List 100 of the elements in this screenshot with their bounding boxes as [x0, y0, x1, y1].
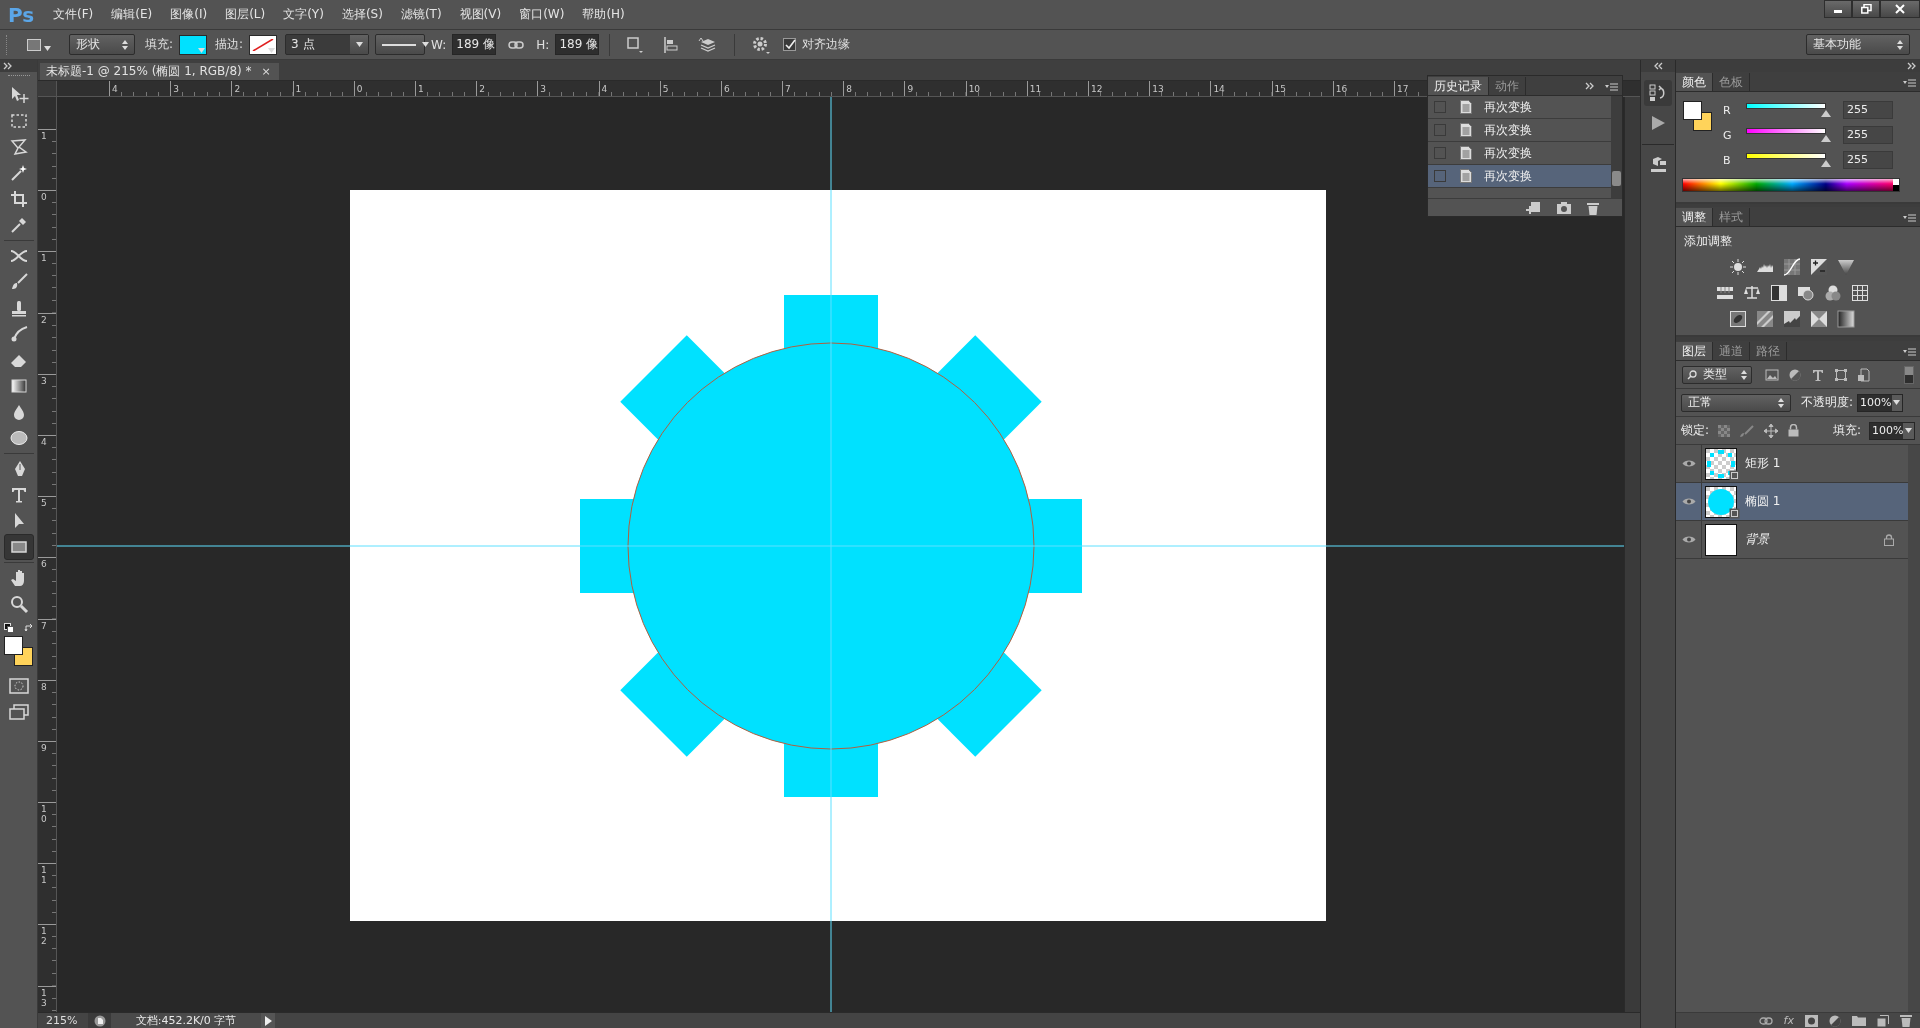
slider-thumb[interactable] [1821, 109, 1831, 117]
panel-tab[interactable]: 样式 [1713, 208, 1750, 226]
panel-tab[interactable]: 颜色 [1676, 73, 1713, 91]
delete-icon[interactable] [1900, 1014, 1912, 1027]
height-field[interactable]: 189 像 [555, 34, 600, 55]
default-colors-icon[interactable] [3, 623, 14, 633]
minimize-button[interactable] [1824, 0, 1852, 18]
lock-icon[interactable] [1788, 424, 1800, 437]
visibility-eye-icon[interactable] [1681, 497, 1696, 506]
workspace-dropdown[interactable]: 基本功能 [1806, 34, 1910, 55]
layer-row[interactable]: 椭圆 1 [1676, 483, 1908, 521]
stroke-swatch[interactable] [249, 34, 278, 55]
stroke-width-field[interactable]: 3 点 [285, 34, 370, 55]
close-button[interactable] [1880, 0, 1920, 18]
panel-menu-icon[interactable] [1902, 76, 1916, 87]
hue-bars-icon[interactable] [1715, 284, 1734, 302]
type-filter-icon[interactable] [1811, 367, 1825, 382]
panel-tab[interactable]: 动作 [1489, 77, 1526, 95]
width-field[interactable]: 189 像 [452, 34, 497, 55]
slider-thumb[interactable] [1821, 159, 1831, 167]
stroke-type-dropdown[interactable] [375, 34, 426, 55]
swap-colors-icon[interactable] [23, 623, 34, 633]
scrollbar[interactable] [1624, 97, 1640, 1012]
status-info-icon[interactable] [93, 1014, 106, 1027]
panel-tab[interactable]: 历史记录 [1428, 77, 1489, 95]
opacity-field[interactable]: 100% [1857, 393, 1904, 412]
document-tab[interactable]: 未标题-1 @ 215% (椭圆 1, RGB/8) * [40, 63, 262, 80]
gradient-map-icon[interactable] [1837, 310, 1855, 328]
mode-dropdown[interactable]: 形状 [69, 34, 135, 55]
expand-arrow-icon[interactable] [264, 1015, 272, 1026]
path-alignment-icon[interactable] [662, 35, 681, 54]
slider-thumb[interactable] [1821, 134, 1831, 142]
fill-swatch[interactable] [179, 34, 208, 55]
panel-tab[interactable]: 调整 [1676, 208, 1713, 226]
adjustment-layer-icon[interactable] [1829, 1014, 1841, 1027]
channel-value-field[interactable]: 255 [1843, 101, 1893, 119]
folder-icon[interactable] [1852, 1015, 1866, 1026]
visibility-eye-icon[interactable] [1681, 459, 1696, 468]
panel-tab[interactable]: 路径 [1750, 342, 1787, 360]
expand-icon[interactable] [3, 61, 12, 71]
channel-value-field[interactable]: 255 [1843, 126, 1893, 144]
panel-menu-icon[interactable] [1604, 80, 1618, 91]
adjustment-filter-icon[interactable] [1788, 367, 1802, 382]
layer-mask-icon[interactable] [1805, 1014, 1818, 1027]
fill-field[interactable]: 100% [1869, 421, 1915, 440]
half-square-icon[interactable] [1769, 284, 1788, 302]
menu-item[interactable]: 图层(L) [216, 6, 275, 23]
path-operations-icon[interactable] [626, 35, 645, 54]
menu-item[interactable]: 文字(Y) [274, 6, 333, 23]
rectangle-tool[interactable] [3, 534, 34, 560]
settings-icon[interactable] [751, 34, 772, 55]
image-filter-icon[interactable] [1765, 367, 1779, 382]
menu-item[interactable]: 滤镜(T) [391, 6, 451, 23]
menu-item[interactable]: 选择(S) [332, 6, 392, 23]
scrollbar[interactable] [1611, 96, 1622, 198]
lock-position-icon[interactable] [1764, 423, 1779, 438]
quick-mask-icon[interactable] [8, 678, 29, 694]
shape-filter-icon[interactable] [1834, 367, 1848, 382]
new-document-icon[interactable] [1526, 200, 1542, 215]
align-edges-checkbox[interactable] [783, 38, 797, 51]
visibility-eye-icon[interactable] [1681, 535, 1696, 544]
camera-icon[interactable] [1556, 200, 1572, 215]
filter-toggle[interactable] [1904, 365, 1914, 384]
link-icon[interactable] [508, 39, 525, 50]
zoom-level[interactable]: 215% [38, 1014, 88, 1027]
new-layer-icon[interactable] [1877, 1014, 1889, 1027]
filter-dropdown[interactable]: 类型 [1682, 365, 1752, 384]
panel-tab[interactable]: 通道 [1713, 342, 1750, 360]
curve-icon[interactable] [1783, 258, 1801, 276]
menu-item[interactable]: 图像(I) [161, 6, 217, 23]
collapse-icon[interactable] [1653, 61, 1663, 71]
triangle-icon[interactable] [1837, 258, 1855, 276]
camera-filter-icon[interactable] [1796, 284, 1815, 302]
panel-menu-icon[interactable] [1902, 345, 1916, 356]
menu-item[interactable]: 视图(V) [450, 6, 511, 23]
link-layers-icon[interactable] [1758, 1015, 1773, 1026]
panel-menu-icon[interactable] [1902, 211, 1916, 222]
screen-mode-icon[interactable] [8, 704, 29, 720]
menu-item[interactable]: 编辑(E) [102, 6, 162, 23]
blend-mode-dropdown[interactable]: 正常 [1681, 393, 1791, 412]
history-state[interactable]: 再次变换 [1428, 165, 1611, 188]
smart-object-filter-icon[interactable] [1857, 367, 1871, 382]
menu-item[interactable]: 文件(F) [44, 6, 103, 23]
overlapping-circles-icon[interactable] [1823, 284, 1842, 302]
layer-row[interactable]: 背景 [1676, 521, 1908, 559]
channel-value-field[interactable]: 255 [1843, 151, 1893, 169]
panel-tab[interactable]: 色板 [1713, 73, 1750, 91]
delete-icon[interactable] [1586, 200, 1600, 215]
grid-icon[interactable] [1850, 284, 1869, 302]
color-swatches[interactable] [1682, 100, 1713, 132]
brightness-icon[interactable] [1729, 258, 1747, 276]
expand-icon[interactable] [1585, 80, 1594, 91]
balance-scale-icon[interactable] [1742, 284, 1761, 302]
menu-item[interactable]: 帮助(H) [573, 6, 634, 23]
history-dock-button[interactable] [1644, 80, 1672, 106]
expand-icon[interactable] [1907, 61, 1916, 71]
guide-line[interactable] [57, 545, 1624, 547]
panel-tab[interactable]: 图层 [1676, 342, 1713, 360]
guide-line[interactable] [830, 97, 832, 1012]
color-swatches[interactable] [3, 635, 34, 667]
